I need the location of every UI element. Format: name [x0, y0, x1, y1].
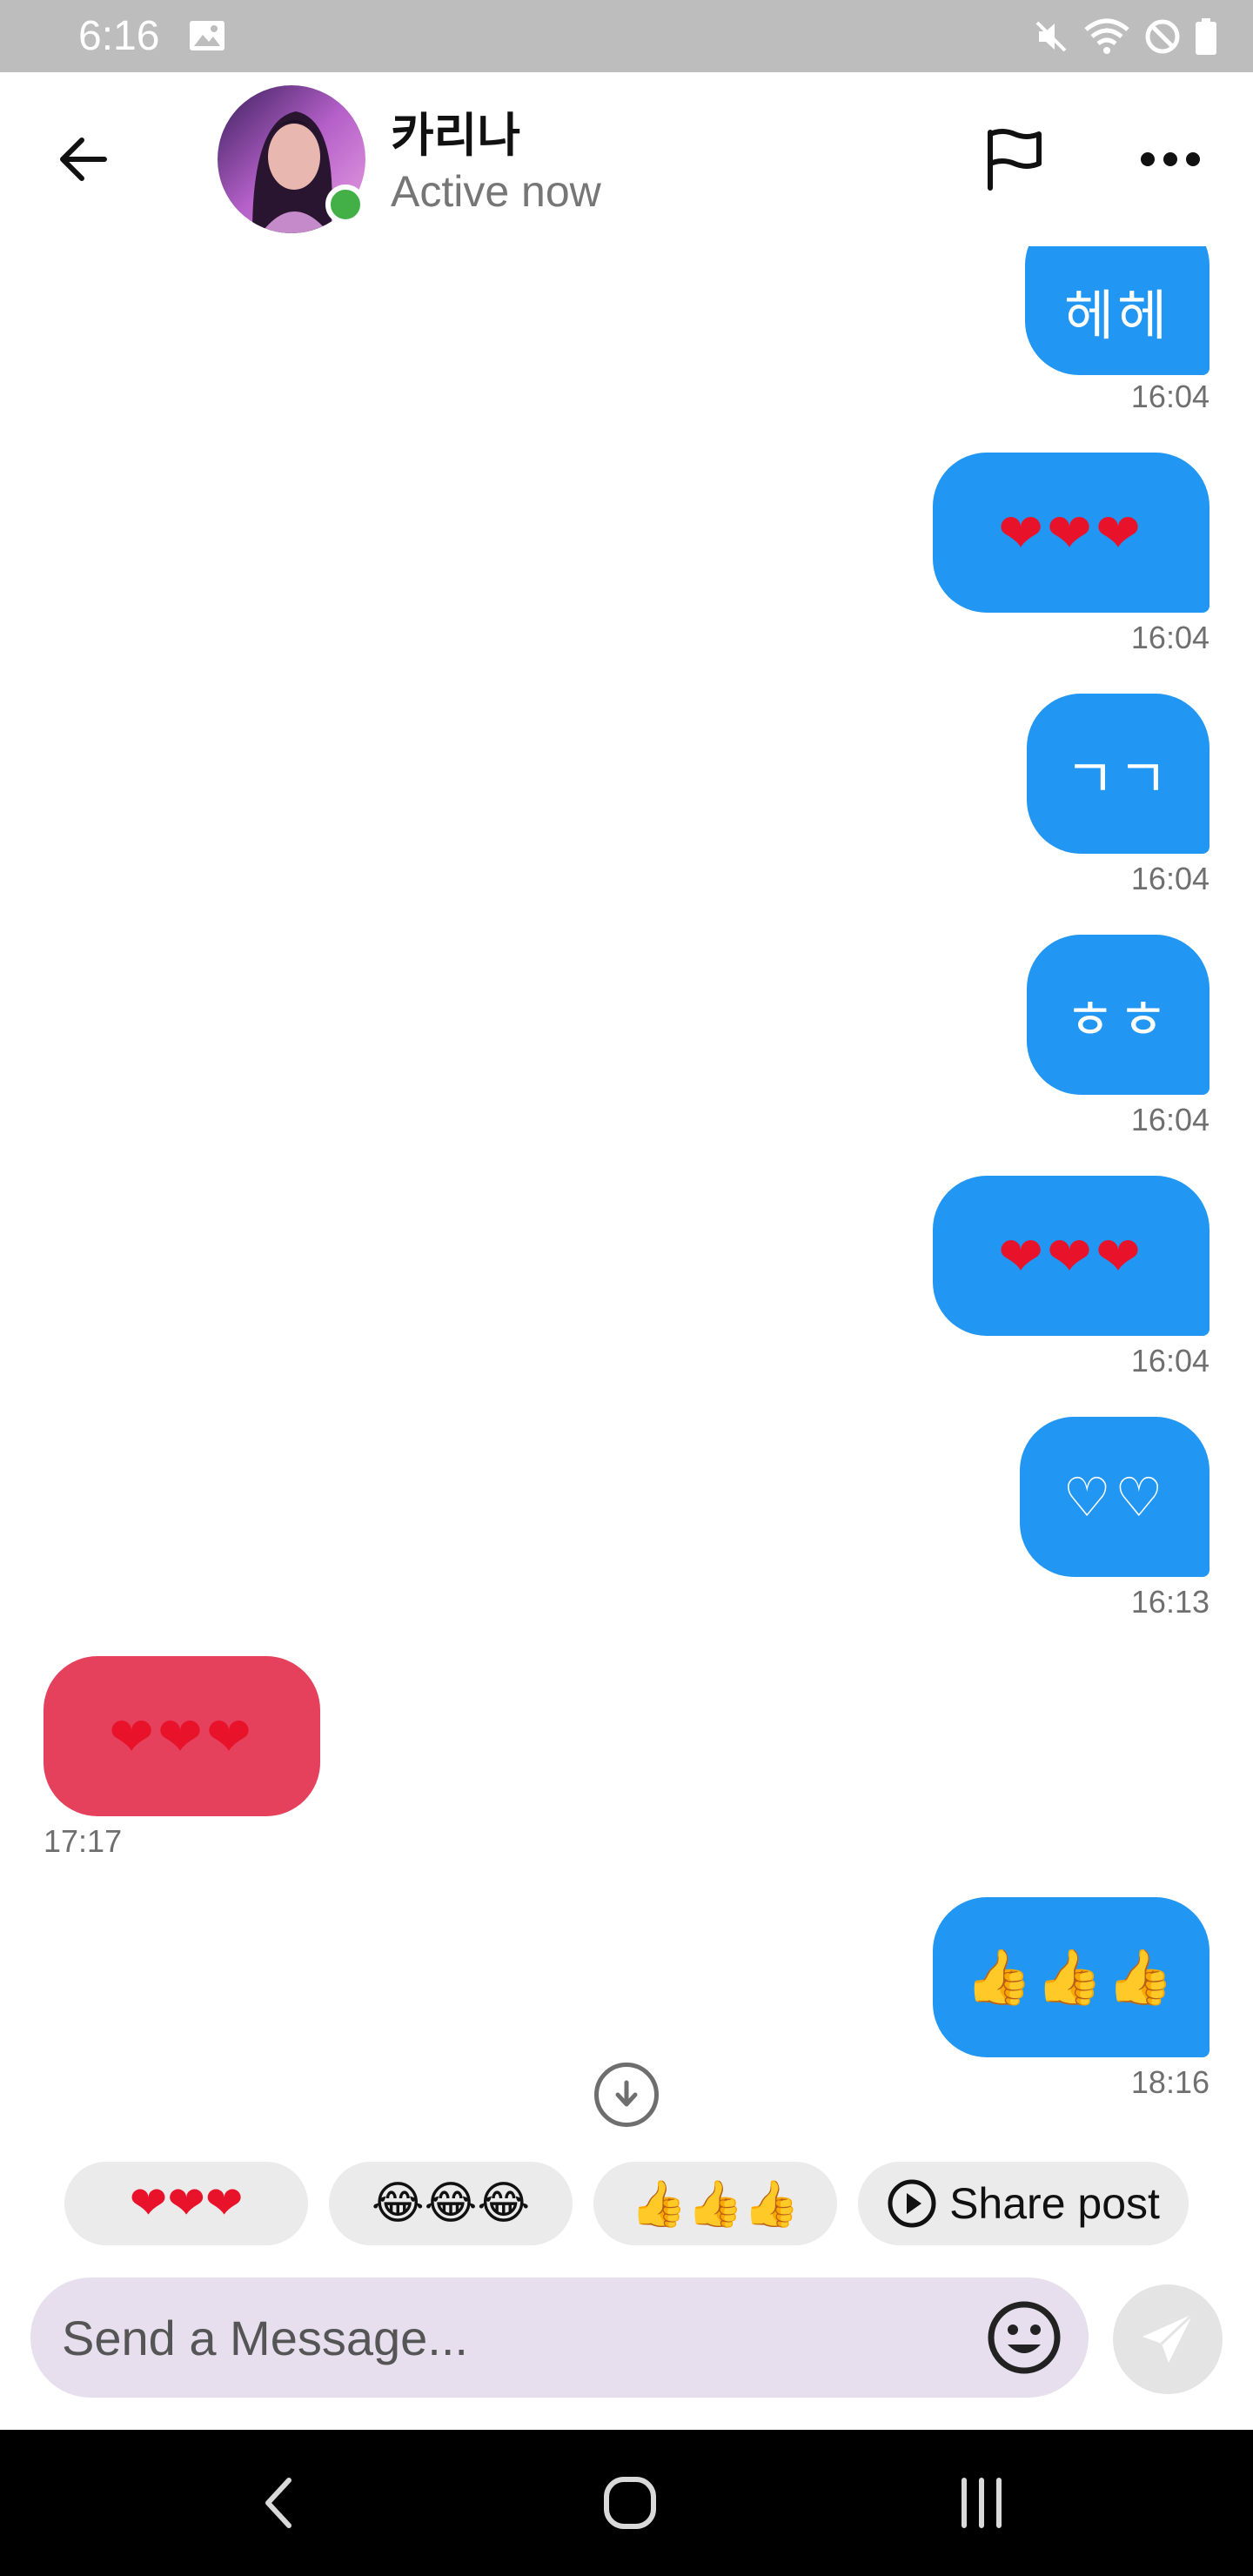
message-bubble-outgoing[interactable]: 헤헤 — [1025, 246, 1209, 375]
message-time: 16:04 — [1130, 1343, 1209, 1379]
message-time: 16:13 — [1130, 1584, 1209, 1620]
message-bubble-outgoing[interactable]: ㄱㄱ — [1027, 694, 1209, 854]
mute-icon — [1035, 21, 1067, 52]
quick-reply-chip[interactable]: 😂😂😂 — [329, 2162, 573, 2245]
quick-reply-chip[interactable]: 👍👍👍 — [593, 2162, 837, 2245]
message-bubble-outgoing[interactable]: ❤❤❤ — [933, 1176, 1209, 1336]
back-arrow-icon — [60, 138, 107, 181]
smiley-icon — [988, 2301, 1061, 2374]
message-bubble-outgoing[interactable]: 👍👍👍 — [933, 1897, 1209, 2057]
message-time: 16:04 — [1130, 620, 1209, 655]
quick-reply-text: ❤❤❤ — [129, 2178, 244, 2229]
message-text: ❤❤❤ — [998, 503, 1144, 564]
nav-back-icon — [265, 2478, 291, 2528]
more-icon — [1141, 152, 1200, 166]
message-text: ❤❤❤ — [109, 1707, 255, 1768]
nav-home-button[interactable] — [578, 2459, 682, 2546]
message-text: 헤헤 — [1063, 286, 1171, 346]
message-bubble-incoming[interactable]: ❤❤❤ — [44, 1656, 320, 1816]
report-button[interactable] — [975, 120, 1053, 198]
send-button[interactable] — [1113, 2284, 1223, 2394]
quick-reply-text: 😂😂😂 — [371, 2178, 531, 2229]
contact-name[interactable]: 카리나 — [391, 97, 520, 165]
share-post-chip[interactable]: Share post — [858, 2162, 1189, 2245]
quick-reply-text: 👍👍👍 — [630, 2178, 801, 2230]
share-post-label: Share post — [949, 2179, 1160, 2228]
play-circle-icon — [888, 2179, 936, 2228]
emoji-button[interactable] — [984, 2298, 1064, 2378]
do-not-disturb-icon — [1145, 19, 1180, 54]
quick-replies: ❤❤❤ 😂😂😂 👍👍👍 Share post — [0, 2158, 1253, 2245]
arrow-down-icon — [615, 2080, 638, 2107]
contact-avatar[interactable] — [218, 85, 365, 233]
message-time: 16:04 — [1130, 1102, 1209, 1137]
nav-back-button[interactable] — [226, 2459, 331, 2546]
message-list[interactable]: 헤헤 16:04 ❤❤❤ 16:04 ㄱㄱ 16:04 ㅎㅎ 16:04 ❤❤❤… — [0, 246, 1253, 2109]
message-time: 17:17 — [44, 1823, 123, 1859]
send-icon — [1142, 2312, 1195, 2363]
message-text: ㄱㄱ — [1064, 749, 1172, 809]
chat-header: 카리나 Active now — [0, 72, 1253, 246]
nav-home-icon — [604, 2477, 656, 2529]
message-bubble-outgoing[interactable]: ♡♡ — [1020, 1417, 1209, 1577]
wifi-icon — [1084, 18, 1129, 54]
scroll-to-bottom-button[interactable] — [594, 2063, 659, 2127]
message-text: ❤❤❤ — [998, 1226, 1144, 1287]
back-button[interactable] — [49, 124, 118, 194]
gallery-icon — [190, 21, 224, 50]
system-nav-bar — [0, 2430, 1253, 2576]
message-bubble-outgoing[interactable]: ㅎㅎ — [1027, 935, 1209, 1095]
message-composer — [30, 2277, 1089, 2398]
status-bar: 6:16 — [0, 0, 1253, 72]
message-time: 16:04 — [1130, 861, 1209, 896]
message-time: 18:16 — [1130, 2064, 1209, 2100]
online-indicator — [325, 184, 365, 225]
battery-icon — [1196, 18, 1216, 55]
message-input[interactable] — [62, 2298, 932, 2377]
status-time: 6:16 — [78, 13, 160, 59]
quick-reply-chip[interactable]: ❤❤❤ — [64, 2162, 308, 2245]
message-bubble-outgoing[interactable]: ❤❤❤ — [933, 453, 1209, 613]
nav-recents-icon — [962, 2478, 1002, 2528]
message-time: 16:04 — [1130, 379, 1209, 414]
nav-recents-button[interactable] — [929, 2459, 1034, 2546]
message-text: ♡♡ — [1062, 1467, 1167, 1528]
more-options-button[interactable] — [1131, 120, 1209, 198]
message-text: 👍👍👍 — [965, 1947, 1177, 2008]
contact-status: Active now — [391, 167, 601, 216]
message-text: ㅎㅎ — [1064, 990, 1172, 1050]
status-icons — [1032, 16, 1218, 57]
flag-icon — [988, 129, 1042, 191]
